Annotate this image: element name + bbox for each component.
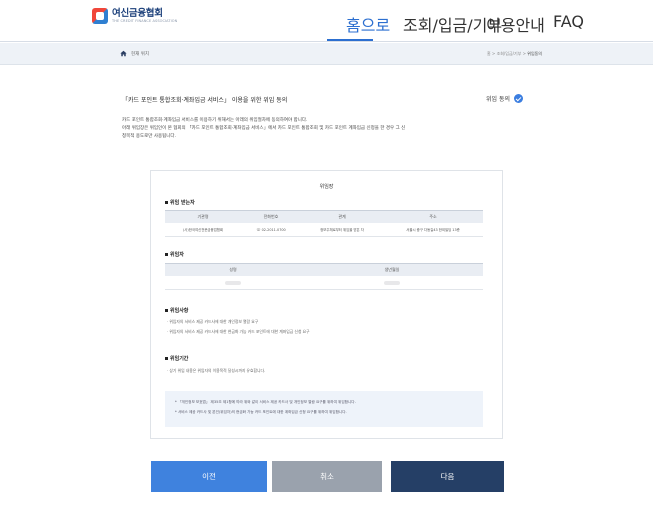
logo[interactable]: 여신금융협회 THE CREDIT FINANCE ASSOCIATION (92, 8, 177, 24)
breadcrumb-separator: > (522, 51, 526, 56)
page-title: 「카드 포인트 통합조회·계좌입금 서비스」 이용을 위한 위임 동의 (122, 97, 288, 104)
column-header: 전화번호 (263, 214, 279, 219)
cancel-button[interactable]: 취소 (272, 461, 382, 492)
breadcrumb-mid[interactable]: 조회/입금/기부 (497, 51, 522, 56)
section-title-matters: 위임사항 (165, 307, 188, 314)
description: 카드 포인트 통합조회·계좌입금 서비스를 이용하기 위해서는 아래의 위임절차… (122, 117, 540, 141)
column-header: 성명 (229, 267, 237, 272)
list-item: · 위임자의 서비스 제공 카드사에 대한 개인정보 열람 요구 (167, 319, 259, 324)
section-title-grantor: 위임자 (165, 251, 184, 258)
logo-name: 여신금융협회 (112, 8, 163, 19)
description-line: 청목적 용도로만 사용됩니다. (122, 134, 176, 139)
legal-notice: * 「개인정보 보호법」 제35조 제1항에 따라 위와 같이 서비스 제공 카… (165, 391, 483, 427)
table-cell: 서울시 중구 다동길43 한외빌딩 13층 (406, 228, 460, 232)
description-line: 카드 포인트 통합조회·계좌입금 서비스를 이용하기 위해서는 아래의 위임절차… (122, 118, 308, 123)
site-header: 여신금융협회 THE CREDIT FINANCE ASSOCIATION 홈으… (0, 0, 653, 42)
breadcrumb-current: 위임동의 (527, 51, 542, 56)
table-row: (사)한국여신전문금융업협회 ☏ 02-2011-0700 정보주체로부터 위임… (165, 223, 483, 237)
section-title-period: 위임기간 (165, 355, 188, 362)
redacted-birthdate (301, 276, 483, 289)
square-bullet-icon (165, 357, 168, 360)
table-cell: (사)한국여신전문금융업협회 (182, 228, 224, 232)
list-item: · 위임자의 서비스 제공 카드사에 대한 현금화 가능 카드 포인트에 대한 … (167, 329, 310, 334)
breadcrumb-home[interactable]: 홈 (487, 51, 491, 56)
table-header: 기관명 전화번호 관계 주소 (165, 210, 483, 223)
column-header: 관계 (338, 214, 346, 219)
nav-active-indicator (327, 39, 373, 41)
grantor-table: 성명 생년월일 (165, 263, 483, 290)
agreement-label: 위임 동의 (486, 96, 510, 103)
nav-home[interactable]: 홈으로 (346, 12, 390, 36)
list-item: · 상기 위임 내용은 위임자의 이용목적 달성시까지 유효합니다. (167, 368, 266, 373)
current-location-label: 현재 위치 (131, 51, 149, 57)
section-title-delegate: 위임 받는자 (165, 199, 195, 206)
delegate-table: 기관명 전화번호 관계 주소 (사)한국여신전문금융업협회 ☏ 02-2011-… (165, 210, 483, 237)
square-bullet-icon (165, 201, 168, 204)
table-row (165, 276, 483, 290)
column-header: 생년월일 (384, 267, 400, 272)
breadcrumb-bar: 현재 위치 홈 > 조회/입금/기부 > 위임동의 (0, 43, 653, 65)
nav-usage-guide[interactable]: 이용안내 (486, 12, 545, 36)
square-bullet-icon (165, 309, 168, 312)
nav-faq[interactable]: FAQ (553, 12, 584, 31)
breadcrumb-separator: > (491, 51, 496, 56)
logo-subtitle: THE CREDIT FINANCE ASSOCIATION (112, 18, 178, 23)
check-circle-icon (514, 94, 523, 103)
home-icon (120, 50, 127, 57)
description-line: 아래 위임장은 위임인이 본 협회의 「카드 포인트 통합조회·계좌입금 서비스… (122, 126, 406, 131)
breadcrumb: 홈 > 조회/입금/기부 > 위임동의 (487, 51, 542, 57)
agreement-status[interactable]: 위임 동의 (486, 94, 523, 103)
breadcrumb-location: 현재 위치 (120, 50, 149, 57)
table-cell: ☏ 02-2011-0700 (256, 227, 286, 232)
logo-icon (92, 8, 108, 24)
next-button[interactable]: 다음 (391, 461, 504, 492)
redacted-name (165, 276, 301, 289)
square-bullet-icon (165, 253, 168, 256)
notice-line: * 「개인정보 보호법」 제35조 제1항에 따라 위와 같이 서비스 제공 카… (175, 400, 356, 404)
column-header: 기관명 (197, 214, 209, 219)
notice-line: * 서비스 제공 카드사 및 본인(위임자)의 현금화 가능 카드 포인트에 대… (175, 410, 347, 414)
previous-button[interactable]: 이전 (151, 461, 267, 492)
document-title: 위임장 (319, 184, 334, 190)
column-header: 주소 (429, 214, 437, 219)
table-cell: 정보주체로부터 위임을 받은 자 (320, 228, 364, 232)
table-header: 성명 생년월일 (165, 263, 483, 276)
